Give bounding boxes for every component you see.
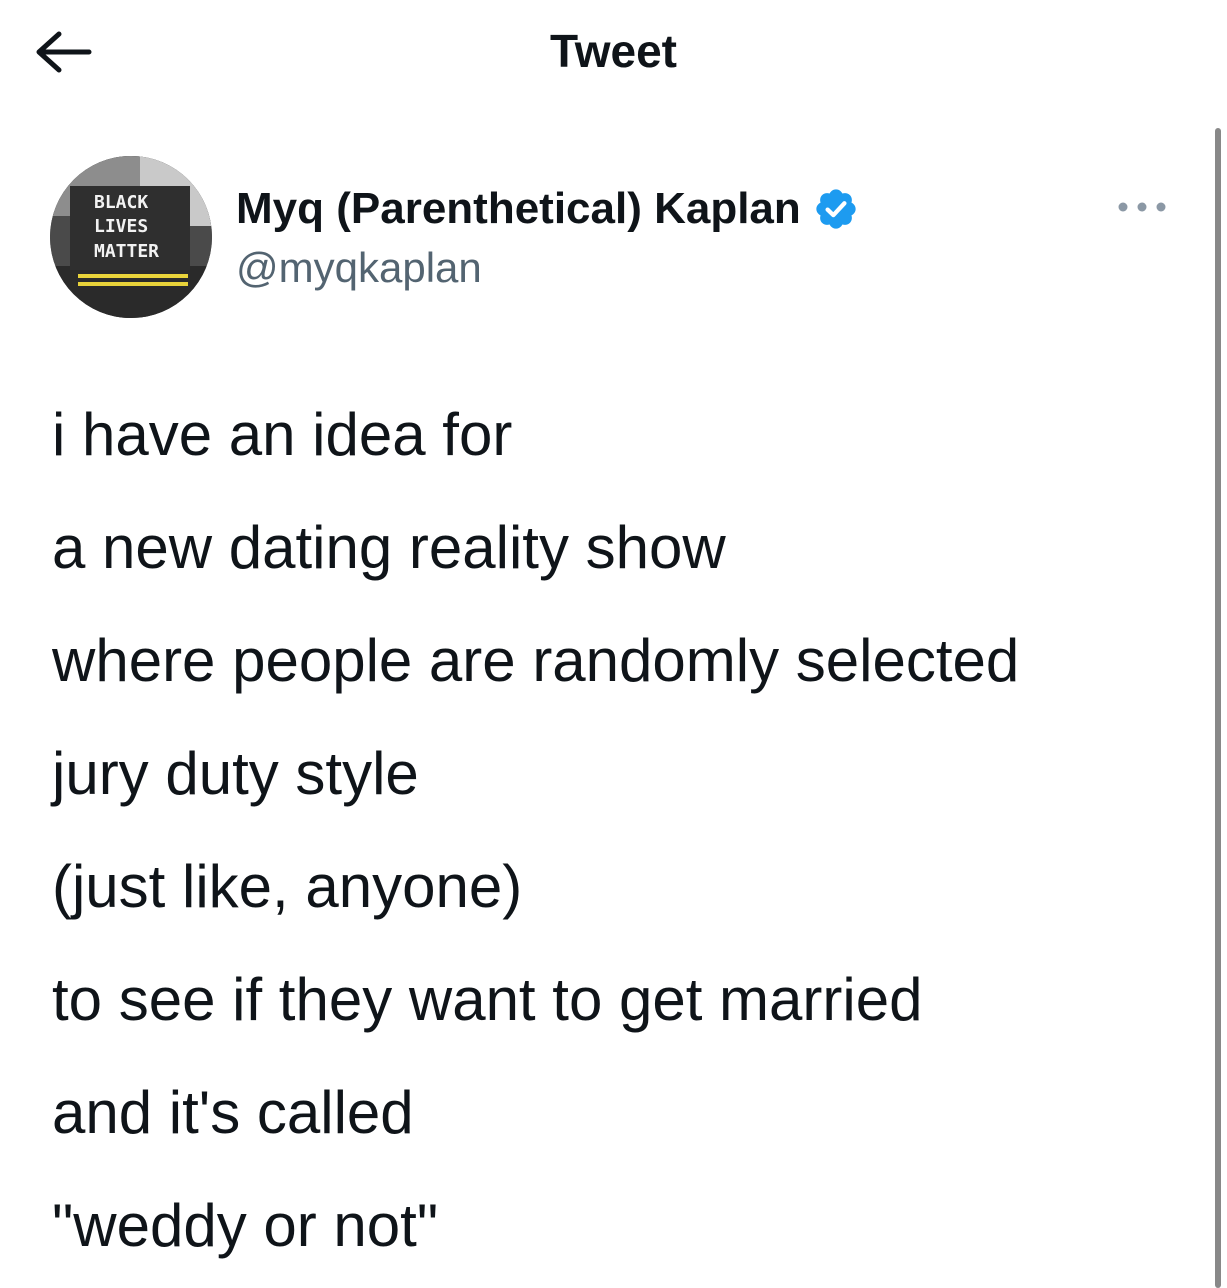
tweet-author-header: BLACK LIVES MATTER Myq (Parenthetical) K… (50, 156, 1190, 322)
avatar-text-1: BLACK (94, 192, 148, 213)
top-navigation-bar: Tweet (0, 0, 1227, 100)
scrollbar[interactable] (1215, 128, 1221, 1288)
avatar-image: BLACK LIVES MATTER (50, 156, 212, 318)
verified-badge-icon (816, 189, 856, 229)
tweet-line: a new dating reality show (52, 514, 726, 581)
tweet-line: to see if they want to get married (52, 966, 923, 1033)
more-options-button[interactable] (1112, 192, 1172, 222)
tweet-line: i have an idea for (52, 401, 513, 468)
avatar-text-3: MATTER (94, 241, 159, 262)
page-title: Tweet (550, 25, 677, 77)
tweet-text: i have an idea for a new dating reality … (52, 378, 1172, 1282)
display-name[interactable]: Myq (Parenthetical) Kaplan (236, 184, 801, 234)
tweet-line: jury duty style (52, 740, 419, 807)
avatar[interactable]: BLACK LIVES MATTER (50, 156, 212, 318)
tweet-line: (just like, anyone) (52, 853, 523, 920)
tweet-line: and it's called (52, 1079, 414, 1146)
user-handle[interactable]: @myqkaplan (236, 244, 482, 292)
avatar-text-2: LIVES (94, 216, 148, 237)
tweet-line: where people are randomly selected (52, 627, 1020, 694)
more-options-icon (1118, 202, 1166, 212)
display-name-row: Myq (Parenthetical) Kaplan (236, 184, 859, 234)
tweet-line: "weddy or not" (52, 1192, 439, 1259)
